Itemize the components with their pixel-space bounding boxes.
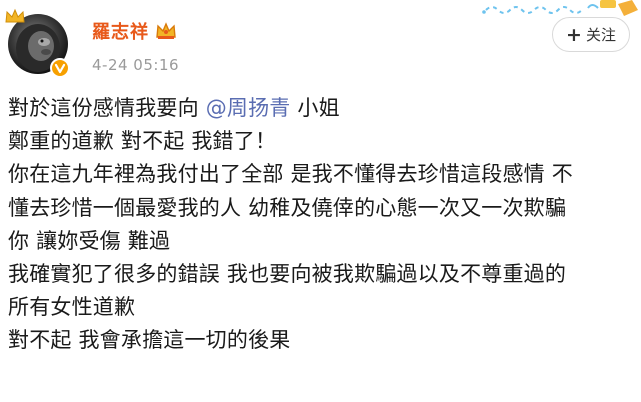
verified-badge-icon: [50, 58, 70, 78]
post-line: 我確實犯了很多的錯誤 我也要向被我欺騙過以及不尊重過的: [8, 262, 567, 287]
post-line: 你 讓妳受傷 難過: [8, 228, 171, 253]
username[interactable]: 羅志祥: [92, 18, 149, 44]
post-content: 對於這份感情我要向 @周扬青 小姐 鄭重的道歉 對不起 我錯了！ 你在這九年裡為…: [8, 92, 638, 358]
post-line: 懂去珍惜一個最愛我的人 幼稚及僥倖的心態一次又一次欺騙: [8, 195, 567, 220]
post-line: 所有女性道歉: [8, 295, 136, 320]
post-timestamp: 4-24 05:16: [92, 56, 180, 74]
author-row: 羅志祥: [92, 18, 177, 44]
crown-icon: [5, 8, 25, 23]
post-text: 小姐: [290, 96, 340, 120]
post-line: 對於這份感情我要向 @周扬青 小姐: [8, 92, 638, 125]
follow-label: 关注: [585, 26, 616, 44]
avatar[interactable]: [5, 8, 70, 78]
post-line: 對不起 我會承擔這一切的後果: [8, 328, 291, 353]
follow-button[interactable]: + 关注: [552, 17, 630, 52]
post-text: 對於這份感情我要向: [8, 96, 206, 120]
weibo-post: 羅志祥 4-24 05:16 + 关注 對於這份感情我要向 @周扬青 小姐 鄭重…: [0, 0, 641, 402]
plus-icon: +: [566, 23, 582, 46]
post-line: 你在這九年裡為我付出了全部 是我不懂得去珍惜這段感情 不: [8, 162, 573, 187]
mention-link[interactable]: @周扬青: [206, 96, 291, 120]
crown-badge-icon[interactable]: [155, 21, 177, 41]
post-line: 鄭重的道歉 對不起 我錯了！: [8, 129, 277, 154]
